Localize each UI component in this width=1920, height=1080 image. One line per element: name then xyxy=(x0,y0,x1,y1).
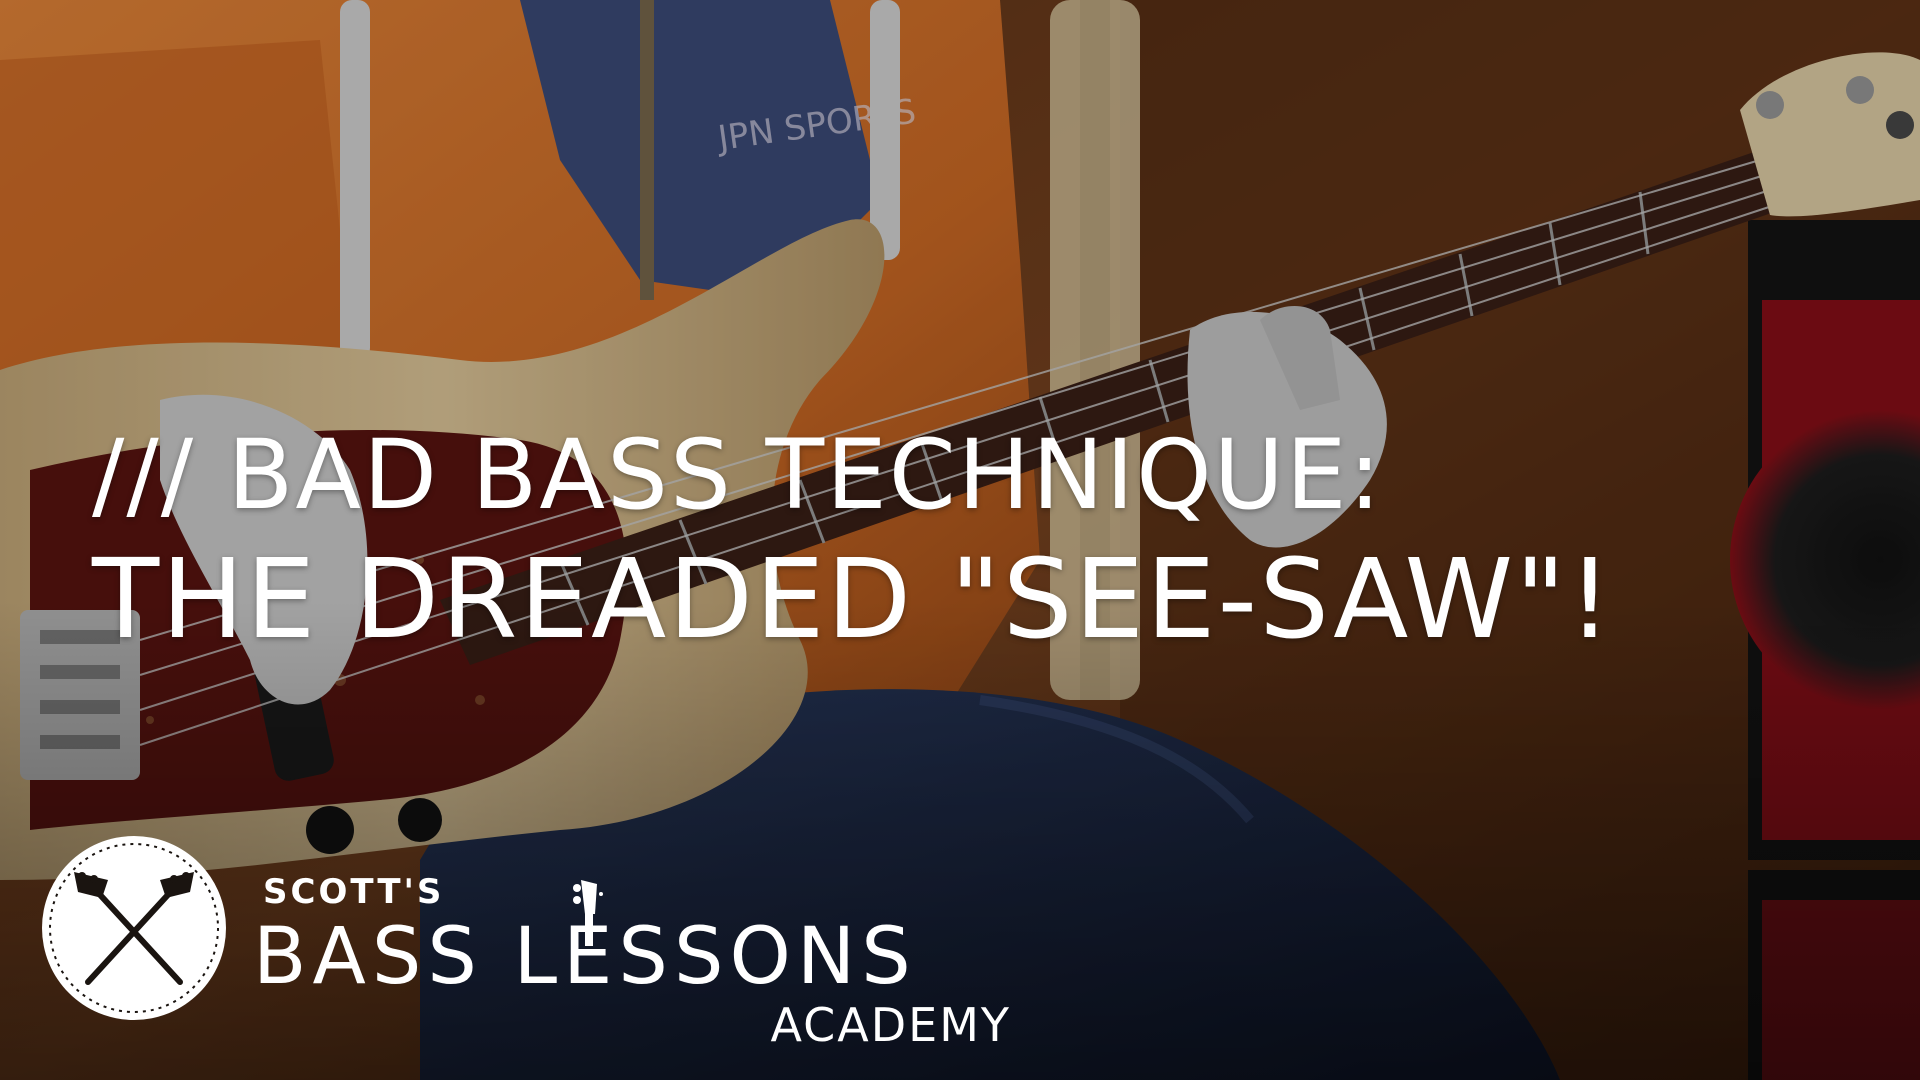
brand-sub-text: ACADEMY xyxy=(770,998,1011,1052)
brand-top-text: SCOTT'S xyxy=(263,872,445,912)
brand-wordmark: SCOTT'S BASS LESSONS ACADEMY xyxy=(253,832,1013,1052)
video-title: /// BAD BASS TECHNIQUE: THE DREADED "SEE… xyxy=(92,420,1872,664)
title-line-1: /// BAD BASS TECHNIQUE: xyxy=(92,419,1383,531)
brand-logo: SCOTT'S BASS LESSONS ACADEMY xyxy=(38,832,1018,1052)
bass-headstock-icon xyxy=(573,880,603,946)
title-line-2: THE DREADED "SEE-SAW"! xyxy=(92,535,1614,663)
video-thumbnail: JPN SPORTS /// BAD BASS TECHNIQUE: THE D… xyxy=(0,0,1920,1080)
crossed-bass-headstocks-icon xyxy=(42,836,226,1020)
